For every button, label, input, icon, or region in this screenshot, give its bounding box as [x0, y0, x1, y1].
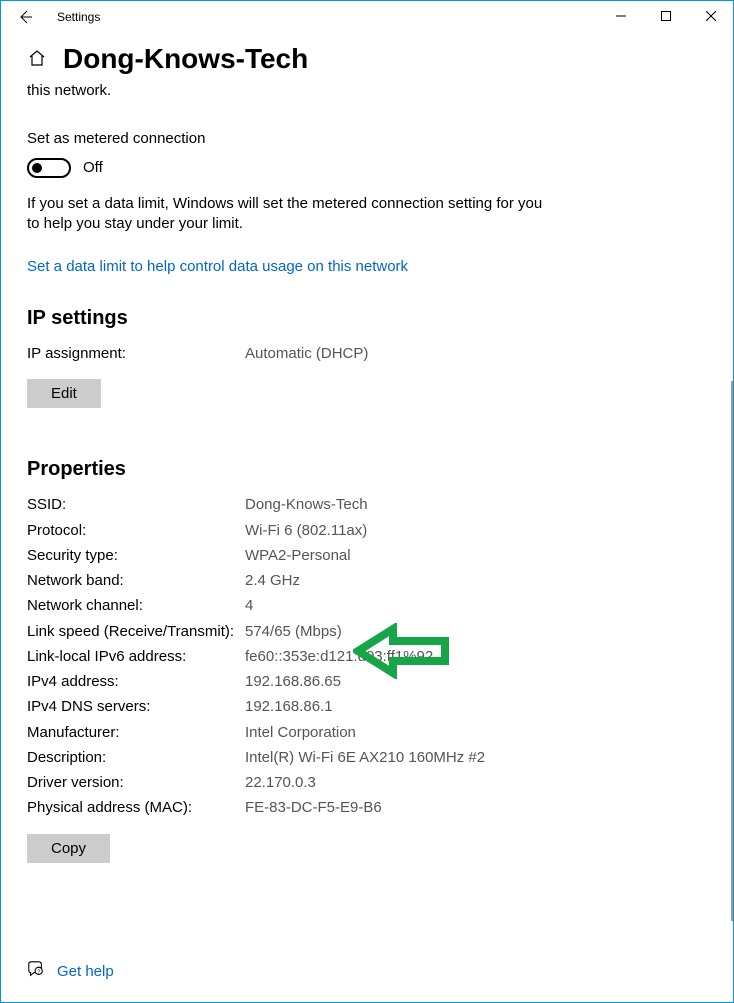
help-icon[interactable]: ? [27, 960, 45, 982]
dns-value: 192.168.86.1 [245, 697, 707, 717]
manufacturer-value: Intel Corporation [245, 723, 707, 743]
page-subtext: this network. [27, 81, 707, 101]
description-value: Intel(R) Wi-Fi 6E AX210 160MHz #2 [245, 748, 525, 768]
svg-text:?: ? [37, 970, 40, 976]
mac-value: FE-83-DC-F5-E9-B6 [245, 798, 707, 818]
properties-heading: Properties [27, 458, 707, 481]
edit-ip-button[interactable]: Edit [27, 379, 101, 408]
ipv4-value: 192.168.86.65 [245, 672, 707, 692]
metered-desc: If you set a data limit, Windows will se… [27, 194, 547, 235]
maximize-button[interactable] [643, 1, 688, 31]
metered-state: Off [83, 159, 103, 176]
scrollbar[interactable] [731, 381, 733, 921]
manufacturer-label: Manufacturer: [27, 723, 245, 743]
driver-value: 22.170.0.3 [245, 773, 707, 793]
data-limit-link[interactable]: Set a data limit to help control data us… [27, 258, 408, 275]
band-label: Network band: [27, 571, 245, 591]
ipv6-label: Link-local IPv6 address: [27, 647, 245, 667]
copy-button[interactable]: Copy [27, 834, 110, 863]
close-button[interactable] [688, 1, 733, 31]
driver-label: Driver version: [27, 773, 245, 793]
channel-value: 4 [245, 596, 707, 616]
protocol-value: Wi-Fi 6 (802.11ax) [245, 521, 707, 541]
speed-label: Link speed (Receive/Transmit): [27, 622, 245, 642]
ip-settings-heading: IP settings [27, 307, 707, 330]
get-help-link[interactable]: Get help [57, 963, 114, 980]
ipv6-value: fe60::353e:d121:d03:ff1%92 [245, 647, 707, 667]
channel-label: Network channel: [27, 596, 245, 616]
metered-toggle[interactable] [27, 158, 71, 178]
ssid-label: SSID: [27, 495, 245, 515]
ipv4-label: IPv4 address: [27, 672, 245, 692]
dns-label: IPv4 DNS servers: [27, 697, 245, 717]
back-button[interactable] [9, 1, 41, 33]
window-title: Settings [57, 10, 100, 24]
page-title: Dong-Knows-Tech [63, 43, 308, 75]
protocol-label: Protocol: [27, 521, 245, 541]
security-label: Security type: [27, 546, 245, 566]
mac-label: Physical address (MAC): [27, 798, 245, 818]
ip-assignment-value: Automatic (DHCP) [245, 344, 707, 364]
speed-value: 574/65 (Mbps) [245, 622, 707, 642]
band-value: 2.4 GHz [245, 571, 707, 591]
ssid-value: Dong-Knows-Tech [245, 495, 707, 515]
description-label: Description: [27, 748, 245, 768]
ip-assignment-label: IP assignment: [27, 344, 245, 364]
metered-label: Set as metered connection [27, 129, 707, 149]
security-value: WPA2-Personal [245, 546, 707, 566]
minimize-button[interactable] [598, 1, 643, 31]
home-icon[interactable] [27, 48, 49, 70]
